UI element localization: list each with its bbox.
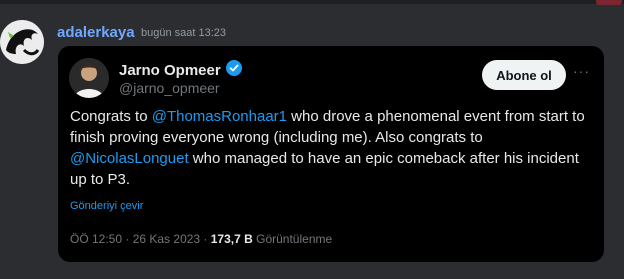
tweet-time[interactable]: ÖÖ 12:50 · 26 Kas 2023 ·	[70, 232, 211, 246]
views-count: 173,7 B	[210, 232, 253, 246]
tweet-text: Congrats to @ThomasRonhaar1 who drove a …	[70, 106, 590, 190]
tweet-author-avatar[interactable]	[69, 58, 109, 98]
tweet-author-name[interactable]: Jarno Opmeer	[119, 62, 221, 79]
views-label: Görüntülenme	[256, 232, 333, 246]
mention-link[interactable]: @ThomasRonhaar1	[152, 108, 287, 125]
tweet-author-name-row[interactable]: Jarno Opmeer	[119, 60, 242, 80]
tweet-embed: Jarno Opmeer @jarno_opmeer Abone ol ··· …	[58, 46, 604, 262]
tweet-author-handle[interactable]: @jarno_opmeer	[119, 80, 220, 96]
message-timestamp: bugün saat 13:23	[141, 27, 227, 39]
translate-post-link[interactable]: Gönderiyi çevir	[70, 200, 143, 212]
mention-link[interactable]: @NicolasLonguet	[70, 150, 189, 167]
scroll-indicator[interactable]	[596, 0, 622, 5]
username[interactable]: adalerkaya	[57, 24, 135, 41]
tweet-meta: ÖÖ 12:50 · 26 Kas 2023 · 173,7 B Görüntü…	[70, 232, 332, 246]
follow-button[interactable]: Abone ol	[482, 60, 566, 90]
user-avatar[interactable]	[0, 20, 44, 64]
top-border	[0, 0, 624, 4]
tweet-text-part: Congrats to	[70, 108, 152, 125]
more-options-icon[interactable]: ···	[573, 63, 590, 79]
verified-badge-icon	[225, 60, 242, 80]
